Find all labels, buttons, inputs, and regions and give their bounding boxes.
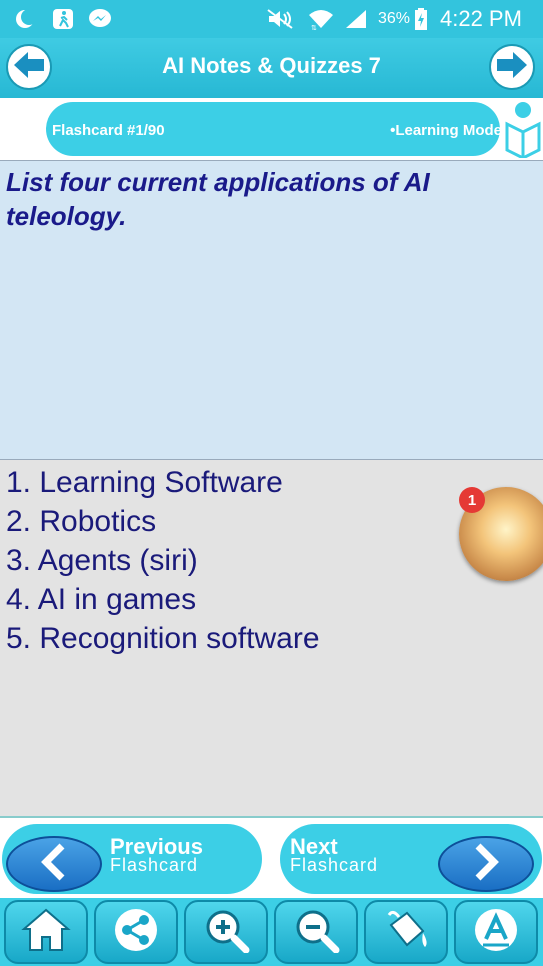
chat-head-bubble[interactable]: 1 (459, 487, 543, 581)
arrow-left-icon (12, 50, 46, 85)
paint-bucket-icon (381, 907, 431, 958)
zoom-in-button[interactable] (184, 900, 268, 964)
previous-flashcard-pill[interactable]: Previous Flashcard (2, 824, 262, 894)
battery-icon (414, 8, 428, 30)
question-text: List four current applications of AI tel… (6, 167, 430, 231)
previous-flashcard-label: Previous Flashcard (110, 836, 203, 875)
forward-button[interactable] (489, 44, 535, 90)
bottom-toolbar (0, 898, 543, 966)
font-button[interactable] (454, 900, 538, 964)
answer-line: 4. AI in games (6, 583, 197, 616)
answer-line: 2. Robotics (6, 505, 157, 538)
learning-mode-label: •Learning Mode (390, 122, 502, 139)
app-bar: AI Notes & Quizzes 7 (0, 38, 543, 98)
flashcard-info-pill: Flashcard #1/90 •Learning Mode (46, 102, 502, 156)
next-flashcard-button[interactable] (438, 836, 534, 892)
font-icon (471, 907, 521, 958)
share-button[interactable] (94, 900, 178, 964)
next-label-sub: Flashcard (290, 855, 379, 875)
back-button[interactable] (6, 44, 52, 90)
answer-line: 1. Learning Software (6, 466, 283, 499)
zoom-in-icon (201, 907, 251, 958)
question-panel: List four current applications of AI tel… (0, 160, 543, 460)
flashcard-navigation: Previous Flashcard Next Flashcard (0, 818, 543, 898)
svg-text:⇅: ⇅ (311, 25, 317, 30)
status-bar: ⇅ 36% 4:22 PM (0, 0, 543, 38)
answer-line: 5. Recognition software (6, 622, 320, 655)
previous-flashcard-button[interactable] (6, 836, 102, 892)
zoom-out-button[interactable] (274, 900, 358, 964)
home-button[interactable] (4, 900, 88, 964)
page-title: AI Notes & Quizzes 7 (162, 53, 381, 78)
arrow-right-icon (495, 50, 529, 85)
moon-icon (14, 8, 36, 30)
flashcard-info-bar: Flashcard #1/90 •Learning Mode (0, 98, 543, 160)
notification-badge: 1 (459, 487, 485, 513)
battery-percent: 36% (378, 10, 411, 27)
share-icon (111, 907, 161, 958)
previous-label-sub: Flashcard (110, 855, 199, 875)
next-flashcard-pill[interactable]: Next Flashcard (280, 824, 542, 894)
home-icon (21, 907, 71, 958)
zoom-out-icon (291, 907, 341, 958)
mute-icon (266, 8, 296, 30)
next-flashcard-label: Next Flashcard (290, 836, 379, 875)
answer-line: 3. Agents (siri) (6, 544, 198, 577)
book-reader-icon[interactable] (503, 100, 543, 163)
clock: 4:22 PM (440, 6, 522, 31)
theme-color-button[interactable] (364, 900, 448, 964)
chevron-left-icon (34, 842, 74, 887)
messenger-icon (88, 8, 112, 30)
fitness-app-icon (52, 8, 74, 30)
chevron-right-icon (466, 842, 506, 887)
signal-icon (344, 8, 368, 30)
flashcard-counter: Flashcard #1/90 (52, 122, 165, 139)
wifi-icon: ⇅ (308, 8, 334, 30)
